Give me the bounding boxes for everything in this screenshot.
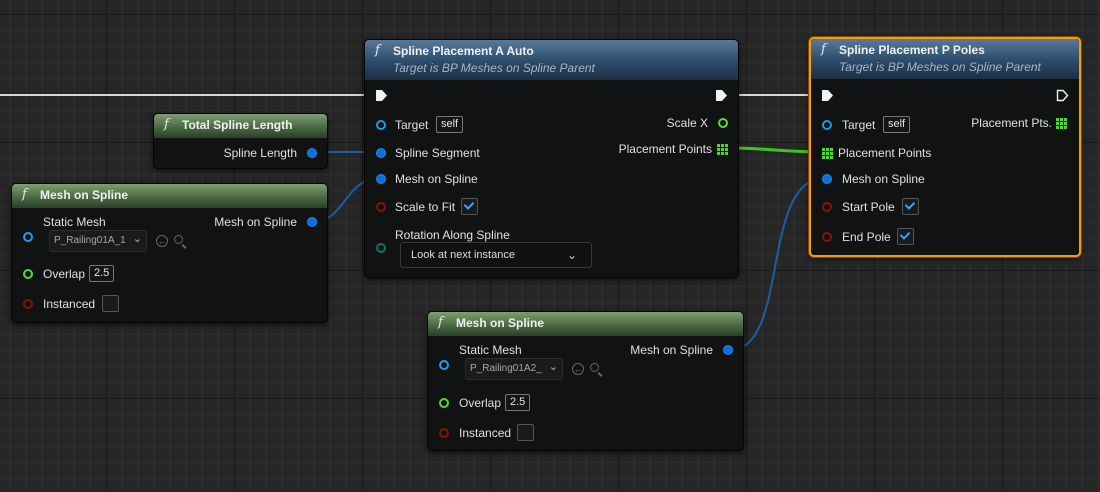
node-title: Mesh on Spline [456, 316, 545, 330]
mesh-on-spline-output-pin[interactable] [307, 217, 317, 227]
array-pin-icon[interactable] [717, 144, 728, 155]
target-self-field[interactable]: self [436, 116, 464, 133]
scale-to-fit-checkbox[interactable] [461, 198, 478, 215]
chevron-down-icon: ⌄ [132, 233, 142, 245]
instanced-pin[interactable] [439, 428, 449, 438]
rotation-along-spline-label: Rotation Along Spline [395, 228, 510, 242]
overlap-label: Overlap [43, 267, 86, 281]
node-mesh-on-spline-2[interactable]: f Mesh on Spline Static Mesh P_Railing01… [427, 311, 744, 451]
start-pole-label: Start Pole [842, 200, 895, 214]
node-header[interactable]: f Spline Placement A Auto Target is BP M… [365, 40, 738, 80]
chevron-down-icon: ⌄ [566, 248, 577, 262]
node-subtitle: Target is BP Meshes on Spline Parent [839, 60, 1041, 74]
function-icon: f [22, 187, 27, 202]
overlap-value-field[interactable]: 2.5 [505, 394, 531, 411]
node-header[interactable]: f Mesh on Spline [12, 184, 327, 208]
static-mesh-label: Static Mesh [43, 215, 106, 229]
browse-asset-icon[interactable]: ← [572, 363, 584, 375]
scale-x-output-pin[interactable] [718, 118, 728, 128]
node-subtitle: Target is BP Meshes on Spline Parent [393, 61, 595, 75]
exec-out-pin-icon[interactable] [1056, 89, 1069, 102]
mesh-on-spline-input-label: Mesh on Spline [395, 172, 478, 186]
node-header[interactable]: f Spline Placement P Poles Target is BP … [811, 39, 1079, 79]
overlap-label: Overlap [459, 396, 502, 410]
static-mesh-asset-picker[interactable]: P_Railing01A2_ ⌄ [465, 358, 563, 380]
node-title: Spline Placement A Auto [393, 44, 534, 58]
output-pin-label: Spline Length [223, 146, 297, 160]
end-pole-checkbox[interactable] [897, 228, 914, 245]
overlap-pin[interactable] [439, 398, 449, 408]
array-pin-icon[interactable] [822, 148, 833, 159]
instanced-label: Instanced [43, 297, 96, 311]
node-header[interactable]: f Total Spline Length [154, 114, 327, 138]
search-icon[interactable] [174, 235, 183, 244]
spline-segment-pin[interactable] [376, 148, 386, 158]
browse-asset-icon[interactable]: ← [156, 235, 168, 247]
rotation-dropdown-value: Look at next instance [411, 249, 515, 261]
node-title: Mesh on Spline [40, 188, 129, 202]
node-title: Spline Placement P Poles [839, 43, 985, 57]
mesh-on-spline-output-label: Mesh on Spline [630, 343, 713, 357]
static-mesh-value: P_Railing01A_1 [54, 235, 126, 246]
target-label: Target [395, 118, 429, 132]
instanced-checkbox[interactable] [102, 295, 119, 312]
overlap-value-field[interactable]: 2.5 [89, 265, 115, 282]
instanced-label: Instanced [459, 426, 512, 440]
mesh-on-spline-output-pin[interactable] [723, 345, 733, 355]
function-icon: f [164, 117, 169, 132]
target-self-field[interactable]: self [883, 116, 911, 133]
mesh-on-spline-input-label: Mesh on Spline [842, 172, 925, 186]
target-label: Target [842, 118, 876, 132]
chevron-down-icon: ⌄ [548, 361, 558, 373]
end-pole-pin[interactable] [822, 232, 832, 242]
static-mesh-asset-picker[interactable]: P_Railing01A_1 ⌄ [49, 230, 147, 252]
instanced-pin[interactable] [23, 299, 33, 309]
function-icon: f [438, 315, 443, 330]
node-total-spline-length[interactable]: f Total Spline Length Spline Length [153, 113, 328, 169]
start-pole-pin[interactable] [822, 202, 832, 212]
node-title: Total Spline Length [182, 118, 293, 132]
placement-pts-output-label: Placement Pts. [971, 116, 1052, 130]
static-mesh-value: P_Railing01A2_ [470, 363, 542, 374]
mesh-on-spline-output-label: Mesh on Spline [214, 215, 297, 229]
array-pin-icon[interactable] [1056, 118, 1067, 129]
node-header[interactable]: f Mesh on Spline [428, 312, 743, 336]
instanced-checkbox[interactable] [517, 424, 534, 441]
spline-length-output-pin[interactable] [307, 148, 317, 158]
scale-to-fit-pin[interactable] [376, 202, 386, 212]
search-icon[interactable] [590, 363, 599, 372]
rotation-along-spline-pin[interactable] [376, 243, 386, 253]
placement-points-output-label: Placement Points [618, 142, 712, 156]
exec-in-pin-icon[interactable] [821, 89, 834, 102]
static-mesh-pin[interactable] [23, 232, 33, 242]
rotation-dropdown[interactable]: Look at next instance ⌄ [400, 242, 592, 268]
target-pin[interactable] [376, 120, 386, 130]
spline-segment-label: Spline Segment [395, 146, 480, 160]
placement-points-input-label: Placement Points [838, 146, 932, 160]
function-icon: f [375, 43, 380, 58]
scale-to-fit-label: Scale to Fit [395, 200, 456, 214]
node-spline-placement-a-auto[interactable]: f Spline Placement A Auto Target is BP M… [364, 39, 739, 278]
exec-out-pin-icon[interactable] [715, 89, 728, 102]
mesh-on-spline-input-pin[interactable] [822, 174, 832, 184]
function-icon: f [821, 42, 826, 57]
exec-in-pin-icon[interactable] [375, 89, 388, 102]
static-mesh-label: Static Mesh [459, 343, 522, 357]
scale-x-output-label: Scale X [666, 116, 708, 130]
end-pole-label: End Pole [842, 230, 891, 244]
static-mesh-pin[interactable] [439, 360, 449, 370]
overlap-pin[interactable] [23, 269, 33, 279]
target-pin[interactable] [822, 120, 832, 130]
start-pole-checkbox[interactable] [902, 198, 919, 215]
node-spline-placement-p-poles[interactable]: f Spline Placement P Poles Target is BP … [809, 37, 1081, 257]
mesh-on-spline-input-pin[interactable] [376, 174, 386, 184]
node-mesh-on-spline-1[interactable]: f Mesh on Spline Static Mesh P_Railing01… [11, 183, 328, 323]
